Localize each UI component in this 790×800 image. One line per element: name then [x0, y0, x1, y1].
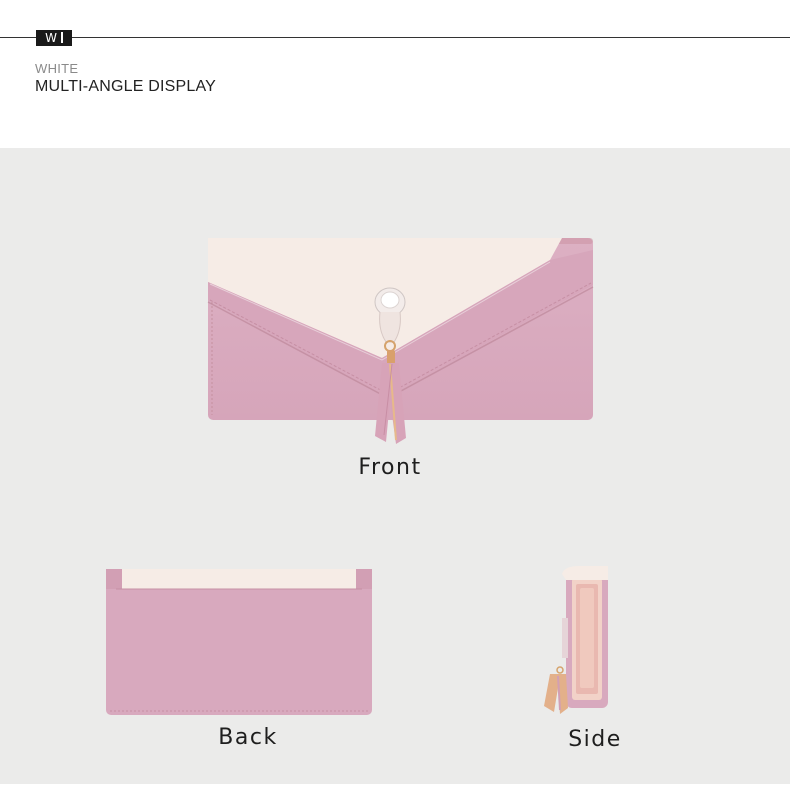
header-rule: [0, 37, 790, 38]
color-badge-letter: W: [45, 31, 60, 45]
wallet-back-image: [106, 569, 372, 715]
side-label: Side: [568, 727, 622, 752]
color-badge: W: [36, 30, 72, 46]
footer-strip: [0, 784, 790, 800]
section-title: MULTI-ANGLE DISPLAY: [35, 78, 217, 95]
wallet-front-image: [207, 238, 594, 444]
header: W WHITE MULTI-ANGLE DISPLAY: [0, 0, 790, 148]
color-name: WHITE: [35, 61, 79, 76]
front-label: Front: [358, 455, 422, 480]
back-label: Back: [218, 725, 278, 750]
product-stage: Front Back Side: [0, 148, 790, 784]
badge-bar: [60, 32, 63, 43]
wallet-side-image: [544, 566, 608, 714]
